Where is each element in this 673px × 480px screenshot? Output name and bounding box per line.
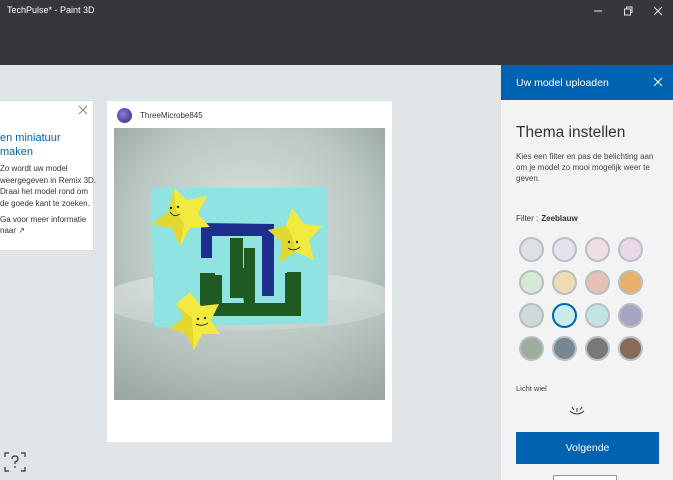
filter-swatch[interactable]: [519, 237, 544, 262]
upload-panel: Uw model uploaden Thema instellen Kies e…: [500, 65, 673, 480]
filter-swatch[interactable]: [552, 336, 577, 361]
filter-swatch[interactable]: [585, 270, 610, 295]
tip-body: Zo wordt uw model weergegeven in Remix 3…: [0, 164, 97, 208]
filter-swatch[interactable]: [618, 336, 643, 361]
restore-icon[interactable]: [613, 0, 643, 22]
tip-more-info-link[interactable]: Ga voor meer informatie naar ↗: [0, 214, 92, 236]
filter-swatch[interactable]: [519, 336, 544, 361]
light-wheel-icon[interactable]: [567, 405, 587, 417]
tooltip-stub: [553, 475, 617, 480]
close-panel-icon[interactable]: [652, 76, 664, 88]
filter-swatch[interactable]: [519, 303, 544, 328]
close-window-icon[interactable]: [643, 0, 673, 22]
panel-header: Uw model uploaden: [501, 65, 673, 100]
filter-swatch[interactable]: [552, 303, 577, 328]
filter-swatch[interactable]: [585, 237, 610, 262]
filter-swatch[interactable]: [585, 303, 610, 328]
filter-swatch[interactable]: [618, 237, 643, 262]
title-bar: TechPulse* - Paint 3D: [0, 0, 673, 22]
filter-label: Filter :: [516, 214, 539, 223]
model-preview[interactable]: [114, 128, 385, 400]
model-post-card: ThreeMicrobe845: [107, 101, 392, 442]
panel-header-title: Uw model uploaden: [516, 77, 609, 89]
thumbnail-tip-card: en miniatuur maken Zo wordt uw model wee…: [0, 100, 97, 251]
username: ThreeMicrobe845: [140, 111, 203, 120]
toolbar: [0, 22, 673, 65]
filter-swatch[interactable]: [552, 237, 577, 262]
filter-swatch[interactable]: [618, 303, 643, 328]
next-button[interactable]: Volgende: [516, 432, 659, 464]
filter-value: Zeeblauw: [541, 214, 578, 223]
filter-line: Filter : Zeeblauw: [516, 214, 578, 223]
tip-title: en miniatuur maken: [0, 132, 61, 158]
filter-swatch[interactable]: [552, 270, 577, 295]
close-tip-icon[interactable]: [77, 104, 89, 116]
light-wheel-label: Licht wiel: [516, 384, 547, 393]
filter-swatch[interactable]: [519, 270, 544, 295]
help-icon[interactable]: [4, 452, 26, 472]
avatar: [117, 108, 132, 123]
filter-swatch[interactable]: [618, 270, 643, 295]
minimize-icon[interactable]: [583, 0, 613, 22]
filter-swatch[interactable]: [585, 336, 610, 361]
theme-description: Kies een filter en pas de belichting aan…: [516, 152, 654, 183]
theme-title: Thema instellen: [516, 124, 626, 141]
window-title: TechPulse* - Paint 3D: [7, 5, 95, 15]
